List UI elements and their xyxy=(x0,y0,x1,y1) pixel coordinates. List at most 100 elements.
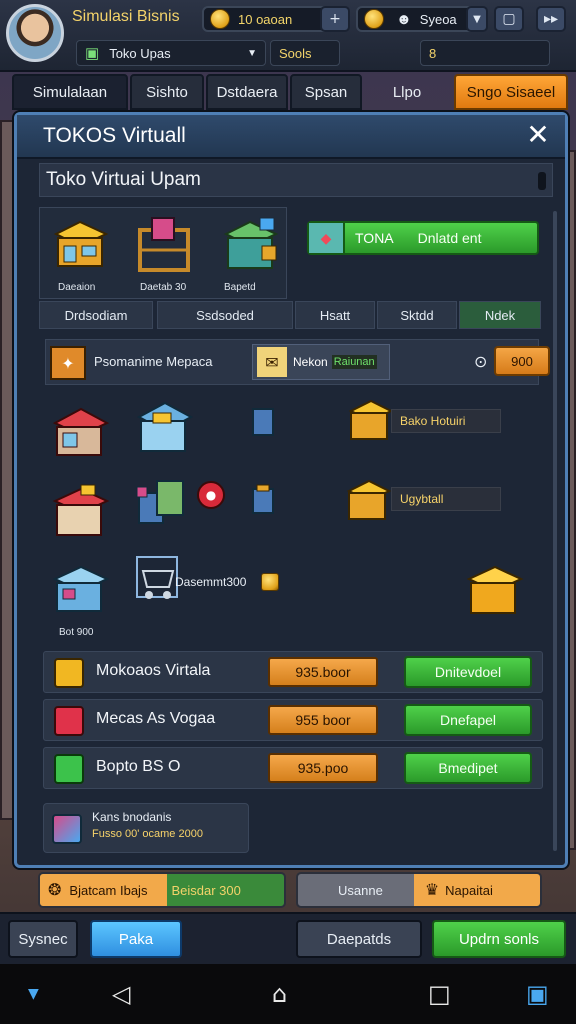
market-stall-icon[interactable] xyxy=(51,481,111,541)
market-label: Psomanime Mepaca xyxy=(94,354,213,369)
add-currency-button[interactable]: + xyxy=(320,6,350,32)
player-avatar[interactable] xyxy=(6,4,64,62)
character-icon: ☻ xyxy=(396,10,412,28)
back-icon[interactable]: ◁ xyxy=(112,980,130,1008)
gem-label: Syeoa xyxy=(419,11,457,27)
tab-simulalaan[interactable]: Simulalaan xyxy=(12,74,128,110)
product-icon xyxy=(54,706,84,736)
sub-label: Sools xyxy=(270,40,340,66)
app-title: Simulasi Bisnis xyxy=(72,8,180,25)
tab-spsan[interactable]: Spsan xyxy=(290,74,362,110)
recents-icon[interactable]: □ xyxy=(428,980,451,1008)
red-store-icon[interactable] xyxy=(51,401,111,461)
virtual-shop-modal: TOKOS Virtuall ✕ Toko Virtuai Upam Daeai… xyxy=(14,112,568,868)
shop-selector[interactable]: ▣ Toko Upas ▼ xyxy=(76,40,266,66)
tab-sishto[interactable]: Sishto xyxy=(130,74,204,110)
product-buy-button[interactable]: Dnefapel xyxy=(404,704,532,736)
icon-label-3: Bapetd xyxy=(224,282,256,293)
tag-label: Nekon xyxy=(293,355,328,369)
sync-button[interactable]: Sysnec xyxy=(8,920,78,958)
product-buy-button[interactable]: Bmedipet xyxy=(404,752,532,784)
product-buy-button[interactable]: Dnitevdoel xyxy=(404,656,532,688)
gold-crate-icon[interactable] xyxy=(465,561,525,621)
cart-label: Dasemmt300 xyxy=(175,575,247,589)
strip-right[interactable]: Usanne ♛ Napaitai xyxy=(296,872,542,908)
product-row[interactable]: Mecas As Vogaa 955 boor Dnefapel xyxy=(43,699,543,741)
price-icon: ⊙ xyxy=(474,352,488,371)
upgrade-button[interactable]: Updrn sonls xyxy=(432,920,566,958)
tab-dstdaera[interactable]: Dstdaera xyxy=(206,74,288,110)
mini-scroll[interactable] xyxy=(538,172,546,190)
bottom-strip: ❂ Bjatcam Ibajs Beisdar 300 Usanne ♛ Nap… xyxy=(0,870,576,910)
nav-tabs: Simulalaan Sishto Dstdaera Spsan Llpo Sn… xyxy=(12,74,568,112)
modal-scrollbar[interactable] xyxy=(553,211,557,851)
primary-button[interactable]: Paka xyxy=(90,920,182,958)
green-badge-label: TONA xyxy=(355,230,394,246)
crate-icon[interactable] xyxy=(347,397,395,445)
cube-coin-icon xyxy=(261,573,279,591)
market-price[interactable]: 900 xyxy=(494,346,550,376)
market-tag[interactable]: ✉ Nekon Raiunan xyxy=(252,344,390,380)
stat-tab-3[interactable]: Hsatt xyxy=(295,301,375,329)
coin-bag-icon: ❂ xyxy=(48,882,62,899)
small-locker-icon[interactable] xyxy=(249,405,279,441)
stat-tab-5[interactable]: Ndek xyxy=(459,301,541,329)
icon-panel: Daeaion Daetab 30 Bapetd xyxy=(39,207,287,299)
stat-tab-2[interactable]: Ssdsoded xyxy=(157,301,293,329)
bag-icon[interactable] xyxy=(249,481,279,517)
close-icon[interactable]: ✕ xyxy=(523,121,553,151)
product-price: 955 boor xyxy=(268,705,378,735)
chevron-down-icon[interactable]: ▼ xyxy=(28,986,39,1002)
product-price: 935.boor xyxy=(268,657,378,687)
shop-badge-icon: ◆ xyxy=(309,223,345,253)
glass-shop-icon[interactable] xyxy=(135,397,195,459)
chevron-down-icon: ▼ xyxy=(247,47,257,59)
product-name: Mecas As Vogaa xyxy=(96,710,216,727)
product-row[interactable]: Bopto BS O 935.poo Bmedipet xyxy=(43,747,543,789)
crate-icon-2[interactable] xyxy=(345,477,393,525)
kiosk-icon[interactable] xyxy=(51,561,111,619)
coin-icon xyxy=(210,9,230,29)
modal-title: TOKOS Virtuall xyxy=(43,124,186,147)
app-switch-icon[interactable]: ▣ xyxy=(526,980,549,1008)
market-bar: ✦ Psomanime Mepaca ✉ Nekon Raiunan ⊙ 900 xyxy=(45,339,550,385)
info-line-1: Kans bnodanis xyxy=(92,810,172,824)
fast-forward-button[interactable]: ▸▸ xyxy=(536,6,566,32)
shop-label: Toko Upas xyxy=(109,45,171,61)
shop-building-icon[interactable] xyxy=(50,216,110,272)
crown-icon: ♛ xyxy=(424,882,440,899)
tab-llpo[interactable]: Llpo xyxy=(364,74,450,110)
strip-left-label: Bjatcam Ibajs xyxy=(69,882,148,898)
gift-icon: ▣ xyxy=(85,45,100,62)
store-box-icon[interactable] xyxy=(220,214,282,276)
stat-tab-1[interactable]: Drdsodiam xyxy=(39,301,153,329)
shop-label-1: Bako Hotuiri xyxy=(391,409,501,433)
currency-value: 10 oaoan xyxy=(238,11,293,27)
product-price: 935.poo xyxy=(268,753,378,783)
product-row[interactable]: Mokoaos Virtala 935.boor Dnitevdoel xyxy=(43,651,543,693)
home-icon[interactable]: ⌂ xyxy=(272,980,287,1008)
chevron-down-icon[interactable]: ▼ xyxy=(466,6,488,32)
frame-icon[interactable]: ▢ xyxy=(494,6,524,32)
strip-left[interactable]: ❂ Bjatcam Ibajs Beisdar 300 xyxy=(38,872,286,908)
product-name: Bopto BS O xyxy=(96,758,181,775)
gold-coin-icon xyxy=(364,9,384,29)
record-badge-icon[interactable]: ● xyxy=(197,481,225,509)
stat-tab-4[interactable]: Sktdd xyxy=(377,301,457,329)
update-details-button[interactable]: Daepatds xyxy=(296,920,422,958)
top-bar: Simulasi Bisnis 10 oaoan + ☻ Syeoa ▼ ▢ ▸… xyxy=(0,0,576,72)
kiosk-label: Bot 900 xyxy=(59,627,94,638)
special-offer-button[interactable]: Sngo Sisaeel xyxy=(454,74,568,110)
tona-action-button[interactable]: ◆ TONA Dnlatd ent xyxy=(307,221,539,255)
shelf-icon[interactable] xyxy=(136,214,192,274)
goods-stack-icon[interactable] xyxy=(131,473,195,537)
product-name: Mokoaos Virtala xyxy=(96,662,211,679)
tag-icon: ✉ xyxy=(257,347,287,377)
icon-label-2: Daetab 30 xyxy=(140,282,187,293)
info-card[interactable]: Kans bnodanis Fusso 00' ocame 2000 xyxy=(43,803,249,853)
strip-right-label: Napaitai xyxy=(445,882,493,898)
shop-label-2: Ugybtall xyxy=(391,487,501,511)
strip-left-value: Beisdar 300 xyxy=(171,882,241,898)
icon-label-1: Daeaion xyxy=(58,282,96,293)
tag-value: Raiunan xyxy=(331,355,377,369)
